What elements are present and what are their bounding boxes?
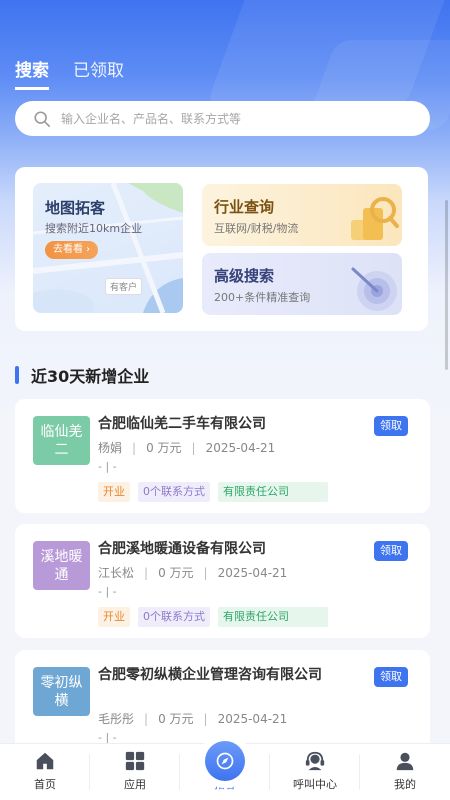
- nav-call-center[interactable]: 呼叫中心: [270, 744, 360, 800]
- claim-button[interactable]: 领取: [374, 667, 408, 687]
- advanced-search-card[interactable]: 高级搜索 200+条件精准查询: [202, 253, 402, 315]
- search-input[interactable]: [61, 111, 401, 126]
- search-coins-icon: [351, 197, 399, 240]
- industry-card-subtitle: 互联网/财税/物流: [214, 222, 299, 235]
- tab-claimed[interactable]: 已领取: [73, 56, 124, 90]
- company-extra: - | -: [98, 585, 117, 598]
- target-icon: [351, 267, 397, 311]
- user-icon: [396, 752, 414, 771]
- company-card[interactable]: 临仙羌二 合肥临仙羌二手车有限公司 领取 杨娟 | 0 万元 | 2025-04-21 …: [15, 399, 430, 513]
- contact-tag: 0个联系方式: [138, 482, 210, 502]
- feature-panel: 地图拓客 搜索附近10km企业 去看看 › 有客户 行业查询 互联网/财税/物流…: [15, 167, 428, 331]
- claim-button[interactable]: 领取: [374, 541, 408, 561]
- industry-card-title: 行业查询: [214, 198, 275, 216]
- nav-mine[interactable]: 我的: [360, 744, 450, 800]
- advanced-card-title: 高级搜索: [214, 267, 275, 285]
- nav-home[interactable]: 首页: [0, 744, 90, 800]
- type-tag: 有限责任公司: [218, 482, 328, 502]
- company-avatar: 零初纵横: [33, 667, 90, 716]
- map-go-button[interactable]: 去看看 ›: [45, 241, 99, 259]
- section-header: 近30天新增企业: [15, 363, 149, 387]
- company-avatar: 临仙羌二: [33, 416, 90, 465]
- nav-apps[interactable]: 应用: [90, 744, 180, 800]
- company-name[interactable]: 合肥溪地暖通设备有限公司: [98, 538, 348, 560]
- map-card-title: 地图拓客: [45, 199, 106, 217]
- bottom-nav: 首页 应用 拓客: [0, 734, 450, 800]
- map-prospecting-card[interactable]: 地图拓客 搜索附近10km企业 去看看 › 有客户: [33, 183, 183, 313]
- apps-icon: [125, 751, 145, 771]
- contact-tag: 0个联系方式: [138, 607, 210, 627]
- compass-icon: [216, 752, 234, 770]
- map-pin-label: 有客户: [105, 278, 143, 295]
- status-tag: 开业: [98, 482, 130, 502]
- type-tag: 有限责任公司: [218, 607, 328, 627]
- company-avatar: 溪地暖通: [33, 541, 90, 590]
- company-name[interactable]: 合肥零初纵横企业管理咨询有限公司: [98, 664, 348, 686]
- company-tags: 开业 0个联系方式 有限责任公司: [98, 482, 328, 502]
- search-icon: [34, 110, 51, 127]
- nav-prospect[interactable]: 拓客: [180, 734, 270, 800]
- company-meta: 杨娟 | 0 万元 | 2025-04-21: [98, 441, 276, 455]
- claim-button[interactable]: 领取: [374, 416, 408, 436]
- search-bar[interactable]: [15, 101, 430, 136]
- section-title: 近30天新增企业: [31, 367, 150, 386]
- scrollbar[interactable]: [445, 200, 448, 370]
- company-tags: 开业 0个联系方式 有限责任公司: [98, 607, 328, 627]
- company-name[interactable]: 合肥临仙羌二手车有限公司: [98, 413, 348, 435]
- company-meta: 毛彤彤 | 0 万元 | 2025-04-21: [98, 712, 288, 726]
- advanced-card-subtitle: 200+条件精准查询: [214, 291, 311, 304]
- status-tag: 开业: [98, 607, 130, 627]
- headset-icon: [305, 751, 325, 771]
- company-extra: - | -: [98, 460, 117, 473]
- industry-query-card[interactable]: 行业查询 互联网/财税/物流: [202, 184, 402, 246]
- prospect-center-button[interactable]: [198, 734, 252, 788]
- top-tabs: 搜索 已领取: [15, 56, 124, 90]
- home-icon: [36, 752, 54, 770]
- tab-search[interactable]: 搜索: [15, 56, 49, 90]
- map-card-subtitle: 搜索附近10km企业: [45, 222, 143, 235]
- company-card[interactable]: 溪地暖通 合肥溪地暖通设备有限公司 领取 江长松 | 0 万元 | 2025-04-21…: [15, 524, 430, 638]
- company-meta: 江长松 | 0 万元 | 2025-04-21: [98, 566, 288, 580]
